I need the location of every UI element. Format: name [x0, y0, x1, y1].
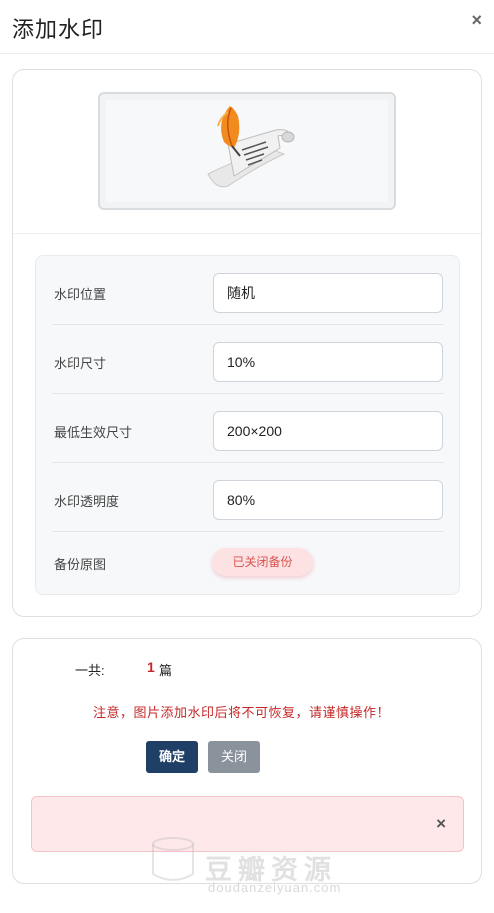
position-label: 水印位置: [54, 287, 107, 302]
dialog-title: 添加水印: [12, 17, 105, 42]
close-button[interactable]: 关闭: [208, 741, 260, 773]
watermark-subtext: doudanzeiyuan.com: [208, 880, 342, 895]
total-unit: 篇: [159, 663, 173, 678]
alert-box: ×: [31, 796, 464, 852]
setting-row: 水印位置 随机: [52, 256, 444, 325]
settings-form: 水印位置 随机 水印尺寸 10% 最低生效尺寸 200×200 水印透明度 80…: [35, 255, 460, 595]
backup-toggle[interactable]: 已关闭备份: [212, 548, 313, 576]
position-field[interactable]: 随机: [213, 273, 443, 313]
watermark-preview: [98, 92, 396, 210]
watermark-logo: [152, 837, 194, 881]
warning-message: 注意，图片添加水印后将不可恢复，请谨慎操作！: [93, 705, 391, 720]
setting-row: 水印尺寸 10%: [52, 325, 444, 394]
setting-row: 水印透明度 80%: [52, 463, 444, 532]
settings-card: 水印位置 随机 水印尺寸 10% 最低生效尺寸 200×200 水印透明度 80…: [12, 69, 482, 617]
opacity-field[interactable]: 80%: [213, 480, 443, 520]
close-icon[interactable]: ×: [471, 10, 482, 31]
confirm-button[interactable]: 确定: [146, 741, 198, 773]
quill-and-scroll-icon: [207, 106, 295, 188]
opacity-label: 水印透明度: [54, 494, 120, 509]
total-count: 1: [147, 659, 155, 675]
size-field[interactable]: 10%: [213, 342, 443, 382]
setting-row: 备份原图 已关闭备份: [52, 532, 444, 594]
size-label: 水印尺寸: [54, 356, 107, 371]
min-size-field[interactable]: 200×200: [213, 411, 443, 451]
dialog-header: 添加水印 ×: [0, 0, 494, 54]
preview-area: [13, 70, 481, 234]
total-label: 一共:: [75, 663, 105, 678]
setting-row: 最低生效尺寸 200×200: [52, 394, 444, 463]
backup-label: 备份原图: [54, 557, 107, 572]
alert-close-icon[interactable]: ×: [436, 814, 446, 834]
min-size-label: 最低生效尺寸: [54, 425, 133, 440]
